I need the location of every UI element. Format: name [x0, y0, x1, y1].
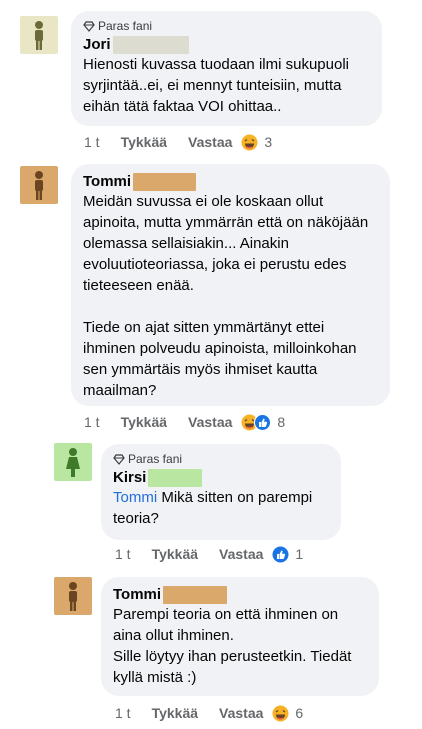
comment-bubble: Paras fani Kirsi Tommi Mikä sitten on pa…: [101, 444, 341, 540]
like-button[interactable]: Tykkää: [121, 134, 167, 150]
reply-button[interactable]: Vastaa: [188, 414, 232, 430]
author-name[interactable]: Tommi: [83, 172, 131, 191]
reaction-summary[interactable]: 6: [272, 705, 303, 722]
mention-link[interactable]: Tommi: [113, 489, 157, 506]
badge-label: Paras fani: [128, 452, 183, 466]
reply-button[interactable]: Vastaa: [188, 134, 232, 150]
comment-bubble: Tommi Meidän suvussa ei ole koskaan ollu…: [71, 164, 390, 406]
top-fan-badge: Paras fani: [83, 19, 370, 33]
diamond-icon: [83, 20, 95, 32]
comment-bubble: Tommi Parempi teoria on että ihminen on …: [101, 577, 379, 696]
badge-label: Paras fani: [98, 19, 153, 33]
comment-text: Meidän suvussa ei ole koskaan ollut apin…: [83, 193, 369, 399]
like-icon: [254, 413, 272, 431]
haha-icon: [241, 134, 258, 151]
top-fan-badge: Paras fani: [113, 452, 329, 466]
haha-icon: [272, 705, 289, 722]
redacted-surname: [148, 468, 203, 487]
reaction-count: 6: [295, 705, 304, 721]
reaction-count: 1: [295, 546, 304, 562]
reply-button[interactable]: Vastaa: [219, 705, 263, 721]
comment-bubble: Paras fani Jori Hienosti kuvassa tuodaan…: [71, 11, 382, 126]
avatar[interactable]: [20, 16, 58, 54]
reaction-count: 8: [277, 414, 286, 430]
avatar[interactable]: [20, 166, 58, 204]
reaction-summary[interactable]: 3: [241, 134, 272, 151]
author-name[interactable]: Jori: [83, 35, 111, 54]
reaction-summary[interactable]: 8: [241, 413, 286, 431]
comment-author[interactable]: Tommi: [83, 172, 378, 191]
author-name[interactable]: Kirsi: [113, 468, 146, 487]
redacted-surname: [112, 35, 189, 54]
comment-author[interactable]: Kirsi: [113, 468, 329, 487]
like-icon: [272, 546, 289, 563]
reaction-count: 3: [264, 134, 273, 150]
avatar[interactable]: [54, 443, 92, 481]
comment-actions: 1 t Tykkää Vastaa 1: [115, 544, 303, 564]
comment-author[interactable]: Jori: [83, 35, 370, 54]
author-name[interactable]: Tommi: [113, 585, 161, 604]
like-button[interactable]: Tykkää: [121, 414, 167, 430]
redacted-surname: [133, 172, 197, 191]
timestamp[interactable]: 1 t: [115, 705, 131, 721]
reaction-summary[interactable]: 1: [272, 546, 303, 563]
comment-actions: 1 t Tykkää Vastaa 6: [115, 703, 303, 723]
redacted-surname: [163, 585, 228, 604]
timestamp[interactable]: 1 t: [84, 414, 100, 430]
avatar[interactable]: [54, 577, 92, 615]
comment-text: Parempi teoria on että ihminen on aina o…: [113, 606, 352, 686]
comment-author[interactable]: Tommi: [113, 585, 367, 604]
comment-text: Hienosti kuvassa tuodaan ilmi sukupuoli …: [83, 56, 354, 115]
timestamp[interactable]: 1 t: [115, 546, 131, 562]
comment-text: Tommi Mikä sitten on parempi teoria?: [113, 487, 329, 529]
like-button[interactable]: Tykkää: [152, 546, 198, 562]
like-button[interactable]: Tykkää: [152, 705, 198, 721]
diamond-icon: [113, 453, 125, 465]
reply-button[interactable]: Vastaa: [219, 546, 263, 562]
timestamp[interactable]: 1 t: [84, 134, 100, 150]
comment-actions: 1 t Tykkää Vastaa 8: [84, 412, 285, 432]
comment-actions: 1 t Tykkää Vastaa 3: [84, 132, 272, 152]
